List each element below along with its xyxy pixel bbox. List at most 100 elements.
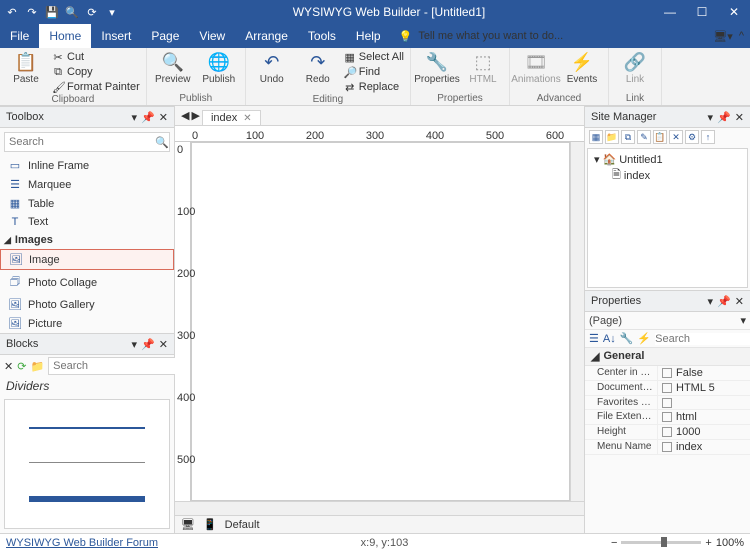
toolbox-search-input[interactable] (5, 136, 155, 148)
responsive-icon[interactable]: 🖥 (181, 518, 195, 531)
property-value[interactable]: html (657, 410, 750, 424)
view-tab[interactable]: View (189, 24, 235, 48)
search-icon[interactable]: 🔍 (155, 136, 169, 149)
props-close-icon[interactable]: ✕ (735, 295, 744, 308)
sm-new-folder-icon[interactable]: 📁 (605, 130, 619, 144)
toolbox-inline-frame[interactable]: ▭Inline Frame (0, 156, 174, 175)
sm-up-icon[interactable]: ↑ (701, 130, 715, 144)
toolbox-dropdown-icon[interactable]: ▾ (132, 111, 138, 124)
qat-chevron-icon[interactable]: ▾ (104, 4, 120, 20)
toolbox-photo-collage[interactable]: 🗇Photo Collage (0, 270, 174, 295)
paste-button[interactable]: 📋 Paste (6, 50, 46, 85)
checkbox-icon[interactable] (662, 383, 672, 393)
find-button[interactable]: 🔎Find (344, 65, 404, 79)
sm-new-page-icon[interactable]: ▦ (589, 130, 603, 144)
blocks-dropdown-icon[interactable]: ▾ (132, 338, 138, 351)
checkbox-icon[interactable] (662, 427, 672, 437)
checkbox-icon[interactable] (662, 368, 672, 378)
insert-tab[interactable]: Insert (91, 24, 141, 48)
property-value[interactable]: HTML 5 (657, 381, 750, 395)
lightning-icon[interactable]: ⚡ (637, 332, 651, 345)
file-tab[interactable]: File (0, 24, 39, 48)
property-row[interactable]: Height1000 (585, 425, 750, 440)
sm-clone-icon[interactable]: ⧉ (621, 130, 635, 144)
redo-button[interactable]: ↷Redo (298, 50, 338, 85)
properties-search-input[interactable] (655, 333, 750, 345)
property-row[interactable]: Document ...HTML 5 (585, 381, 750, 396)
html-button[interactable]: ⬚HTML (463, 50, 503, 85)
toolbox-marquee[interactable]: ☰Marquee (0, 175, 174, 194)
refresh-icon[interactable]: ⟳ (84, 4, 100, 20)
page-tab[interactable]: Page (141, 24, 189, 48)
tools-tab[interactable]: Tools (298, 24, 346, 48)
property-value[interactable] (657, 396, 750, 409)
tree-root[interactable]: ▾🏠Untitled1 (594, 153, 741, 166)
minimize-button[interactable]: — (658, 5, 682, 19)
forum-link[interactable]: WYSIWYG Web Builder Forum (6, 537, 158, 549)
chevron-down-icon[interactable]: ▾ (740, 314, 746, 327)
property-row[interactable]: File Extensi...html (585, 410, 750, 425)
mobile-icon[interactable]: 📱 (203, 518, 217, 531)
scrollbar-horizontal[interactable] (175, 501, 584, 515)
undo-button[interactable]: ↶Undo (252, 50, 292, 85)
home-tab[interactable]: Home (39, 24, 91, 48)
tab-next-icon[interactable]: ▶ (191, 109, 199, 122)
property-value[interactable]: False (657, 366, 750, 380)
scrollbar-vertical[interactable] (570, 142, 584, 501)
blocks-folder-icon[interactable]: 📁 (30, 360, 44, 373)
doc-tab-index[interactable]: index ✕ (202, 110, 261, 125)
property-row[interactable]: Favorites Ic... (585, 396, 750, 410)
select-all-button[interactable]: ▦Select All (344, 50, 404, 64)
doc-tab-close-icon[interactable]: ✕ (243, 113, 251, 124)
categorize-icon[interactable]: ☰ (589, 332, 599, 345)
sort-az-icon[interactable]: A↓ (603, 333, 616, 345)
property-row[interactable]: Menu Nameindex (585, 440, 750, 455)
properties-object-row[interactable]: (Page) ▾ (585, 312, 750, 330)
copy-button[interactable]: ⧉Copy (52, 65, 140, 79)
zoom-thumb[interactable] (661, 537, 667, 547)
close-button[interactable]: ✕ (722, 5, 746, 19)
checkbox-icon[interactable] (662, 442, 672, 452)
sm-pin-icon[interactable]: 📌 (717, 111, 731, 124)
tree-index[interactable]: 🗎index (594, 166, 741, 185)
properties-cat-general[interactable]: ◢General (585, 348, 750, 366)
property-row[interactable]: Center in B...False (585, 366, 750, 381)
zoom-slider[interactable] (621, 541, 701, 544)
blocks-close-icon[interactable]: ✕ (159, 338, 168, 351)
wrench-icon[interactable]: 🔧 (620, 332, 634, 345)
sm-close-icon[interactable]: ✕ (735, 111, 744, 124)
property-value[interactable]: 1000 (657, 425, 750, 439)
events-button[interactable]: ⚡Events (562, 50, 602, 85)
redo-icon[interactable]: ↷ (24, 4, 40, 20)
monitor-icon[interactable]: 🖥▾ (713, 30, 733, 43)
tell-me[interactable]: 💡 Tell me what you want to do... (391, 24, 714, 48)
zoom-out-button[interactable]: − (611, 537, 617, 549)
sm-delete-icon[interactable]: ✕ (669, 130, 683, 144)
sm-props-icon[interactable]: ⚙ (685, 130, 699, 144)
sm-dropdown-icon[interactable]: ▾ (708, 111, 714, 124)
toolbox-pin-icon[interactable]: 📌 (141, 111, 155, 124)
zoom-in-button[interactable]: + (705, 537, 711, 549)
toolbox-photo-gallery[interactable]: 🖼Photo Gallery (0, 295, 174, 314)
checkbox-icon[interactable] (662, 412, 672, 422)
animations-button[interactable]: 🎞Animations (516, 50, 556, 85)
save-icon[interactable]: 💾 (44, 4, 60, 20)
checkbox-icon[interactable] (662, 398, 672, 408)
blocks-pin-icon[interactable]: 📌 (141, 338, 155, 351)
design-canvas[interactable] (191, 142, 570, 501)
help-tab[interactable]: Help (346, 24, 391, 48)
publish-button[interactable]: 🌐Publish (199, 50, 239, 85)
properties-button[interactable]: 🔧Properties (417, 50, 457, 85)
cut-button[interactable]: ✂Cut (52, 50, 140, 64)
link-button[interactable]: 🔗Link (615, 50, 655, 85)
props-dropdown-icon[interactable]: ▾ (708, 295, 714, 308)
undo-icon[interactable]: ↶ (4, 4, 20, 20)
property-value[interactable]: index (657, 440, 750, 454)
preview-button[interactable]: 🔍Preview (153, 50, 193, 85)
toolbox-picture[interactable]: 🖼Picture (0, 314, 174, 333)
sm-edit-icon[interactable]: ✎ (637, 130, 651, 144)
sm-copy-icon[interactable]: 📋 (653, 130, 667, 144)
collapse-ribbon-icon[interactable]: ^ (739, 30, 744, 42)
tab-prev-icon[interactable]: ◀ (181, 109, 189, 122)
toolbox-text[interactable]: TText (0, 213, 174, 231)
